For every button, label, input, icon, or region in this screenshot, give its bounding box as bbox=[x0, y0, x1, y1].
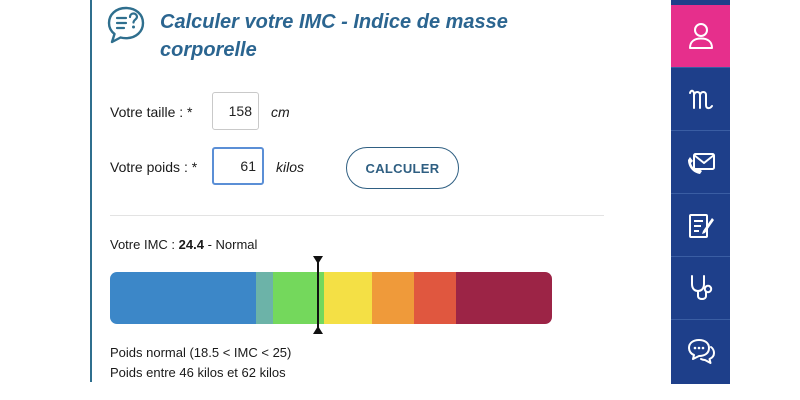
chat-question-icon bbox=[107, 6, 145, 44]
calculate-button[interactable]: CALCULER bbox=[346, 147, 459, 189]
bmi-gauge bbox=[110, 272, 552, 324]
gauge-segment bbox=[372, 272, 414, 324]
gauge-segment bbox=[414, 272, 456, 324]
scale-m-icon bbox=[688, 89, 713, 110]
document-edit-icon bbox=[688, 214, 714, 238]
normal-range-text: Poids normal (18.5 < IMC < 25) bbox=[110, 345, 292, 360]
sidebar-item-document[interactable] bbox=[671, 194, 730, 256]
bmi-marker-bottom bbox=[312, 326, 323, 334]
left-accent-rule bbox=[90, 0, 92, 382]
phone-mail-icon bbox=[687, 153, 715, 174]
page-title: Calculer votre IMC - Indice de masse cor… bbox=[160, 11, 508, 61]
gauge-segment bbox=[256, 272, 273, 324]
bmi-category: - Normal bbox=[203, 237, 258, 252]
gauge-segment bbox=[456, 272, 552, 324]
height-input[interactable] bbox=[212, 92, 259, 130]
sidebar-item-scale[interactable] bbox=[671, 68, 730, 130]
height-unit: cm bbox=[271, 104, 290, 120]
side-toolbar bbox=[671, 0, 730, 384]
bmi-result-prefix: Votre IMC : bbox=[110, 237, 179, 252]
chat-bubbles-icon bbox=[687, 339, 715, 364]
bmi-value: 24.4 bbox=[178, 237, 204, 252]
height-label: Votre taille : * bbox=[110, 104, 193, 120]
sidebar-item-health[interactable] bbox=[671, 257, 730, 319]
bmi-result: Votre IMC : 24.4 - Normal bbox=[110, 237, 257, 252]
bmi-marker bbox=[316, 260, 319, 333]
sidebar-item-chat[interactable] bbox=[671, 320, 730, 382]
weight-range-text: Poids entre 46 kilos et 62 kilos bbox=[110, 365, 286, 380]
stethoscope-icon bbox=[690, 275, 712, 300]
sidebar-item-contact[interactable] bbox=[671, 131, 730, 193]
weight-unit: kilos bbox=[276, 159, 305, 175]
section-divider bbox=[110, 215, 604, 216]
weight-label: Votre poids : * bbox=[110, 159, 198, 175]
user-icon bbox=[688, 23, 713, 49]
weight-input[interactable] bbox=[212, 147, 264, 185]
gauge-segment bbox=[324, 272, 372, 324]
gauge-segment bbox=[110, 272, 256, 324]
sidebar-item-account[interactable] bbox=[671, 5, 730, 67]
